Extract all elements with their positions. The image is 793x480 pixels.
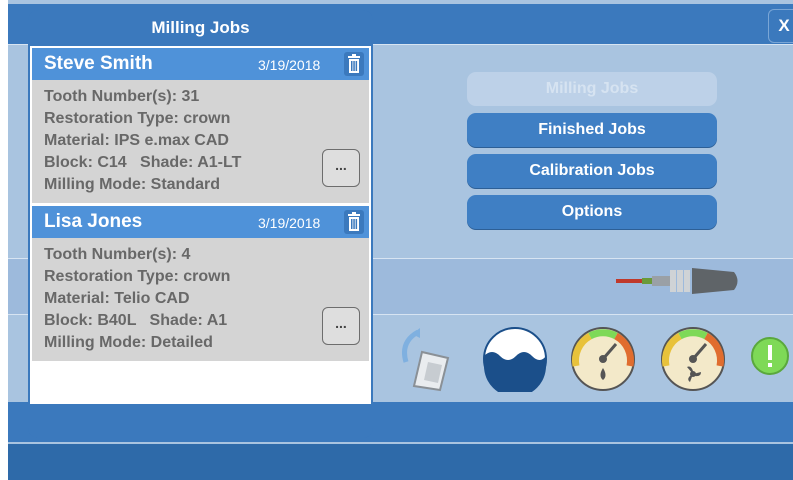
job-details: Tooth Number(s): 31 Restoration Type: cr… bbox=[32, 80, 369, 203]
status-indicator-icon[interactable] bbox=[750, 336, 790, 376]
job-header: Steve Smith 3/19/2018 bbox=[32, 48, 369, 80]
milling-jobs-button[interactable]: Milling Jobs bbox=[467, 72, 717, 106]
job-header: Lisa Jones 3/19/2018 bbox=[32, 206, 369, 238]
pressure-gauge-icon bbox=[571, 327, 635, 391]
chamber-door-icon[interactable] bbox=[398, 322, 454, 392]
water-level-icon bbox=[483, 327, 547, 392]
close-button[interactable]: X bbox=[768, 9, 793, 43]
material: Material: Telio CAD bbox=[44, 290, 190, 307]
options-button[interactable]: Options bbox=[467, 195, 717, 229]
job-date: 3/19/2018 bbox=[258, 215, 321, 231]
fan-gauge-icon bbox=[661, 327, 725, 391]
footer-bar bbox=[8, 444, 793, 480]
block-shade: Block: C14 Shade: A1-LT bbox=[44, 154, 242, 171]
milling-tool-icon bbox=[616, 268, 738, 294]
milling-mode: Milling Mode: Detailed bbox=[44, 334, 213, 351]
finished-jobs-button[interactable]: Finished Jobs bbox=[467, 113, 717, 147]
more-options-button[interactable]: ... bbox=[322, 307, 360, 345]
restoration-type: Restoration Type: crown bbox=[44, 268, 231, 285]
job-patient-name: Lisa Jones bbox=[44, 211, 143, 232]
job-details: Tooth Number(s): 4 Restoration Type: cro… bbox=[32, 238, 369, 361]
job-list[interactable]: Steve Smith 3/19/2018 Tooth Number(s): 3… bbox=[30, 46, 371, 404]
calibration-jobs-button[interactable]: Calibration Jobs bbox=[467, 154, 717, 188]
milling-jobs-panel: Milling Jobs Steve Smith 3/19/2018 Tooth… bbox=[28, 10, 373, 438]
more-options-button[interactable]: ... bbox=[322, 149, 360, 187]
material: Material: IPS e.max CAD bbox=[44, 132, 229, 149]
job-date: 3/19/2018 bbox=[258, 57, 321, 73]
milling-mode: Milling Mode: Standard bbox=[44, 176, 220, 193]
panel-title: Milling Jobs bbox=[151, 18, 250, 37]
job-card[interactable]: Lisa Jones 3/19/2018 Tooth Number(s): 4 … bbox=[32, 206, 369, 361]
tooth-number: Tooth Number(s): 31 bbox=[44, 88, 200, 105]
block-shade: Block: B40L Shade: A1 bbox=[44, 312, 228, 329]
job-card[interactable]: Steve Smith 3/19/2018 Tooth Number(s): 3… bbox=[32, 48, 369, 203]
job-patient-name: Steve Smith bbox=[44, 53, 153, 74]
trash-icon[interactable] bbox=[344, 210, 364, 234]
trash-icon[interactable] bbox=[344, 52, 364, 76]
restoration-type: Restoration Type: crown bbox=[44, 110, 231, 127]
tooth-number: Tooth Number(s): 4 bbox=[44, 246, 191, 263]
